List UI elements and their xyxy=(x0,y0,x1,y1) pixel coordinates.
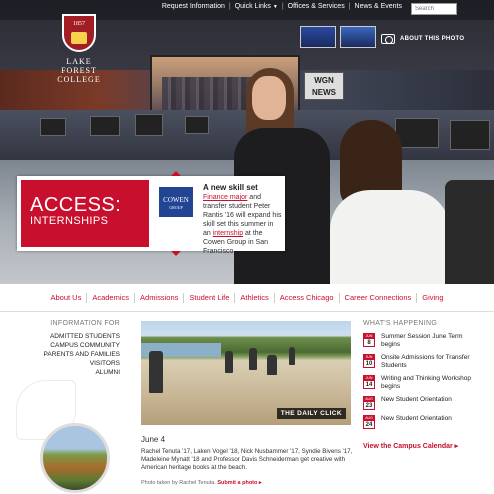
event-title: New Student Orientation xyxy=(381,415,452,422)
photo-credit: Photo taken by Rachel Tenuta. Submit a p… xyxy=(141,480,262,486)
request-information-link[interactable]: Request Information xyxy=(158,3,229,10)
event-day: 8 xyxy=(367,340,371,346)
college-name-line1: LAKE FOREST xyxy=(61,57,97,75)
campus-aerial-photo[interactable] xyxy=(40,423,110,493)
audience-visitors[interactable]: VISITORS xyxy=(20,359,120,368)
offices-services-link[interactable]: Offices & Services xyxy=(284,3,349,10)
about-this-photo-link[interactable]: ABOUT THIS PHOTO xyxy=(400,36,464,42)
access-kicker: ACCESS: xyxy=(30,194,122,216)
event-item[interactable]: JUN 10 Onsite Admissions for Transfer St… xyxy=(363,354,481,370)
event-title: Onsite Admissions for Transfer Students xyxy=(381,354,470,369)
office-chair xyxy=(445,180,494,284)
audience-campus-community[interactable]: CAMPUS COMMUNITY xyxy=(20,341,120,350)
event-item[interactable]: AUG 24 New Student Orientation xyxy=(363,415,481,429)
calendar-icon: AUG 23 xyxy=(363,396,375,410)
event-title: Summer Session June Term begins xyxy=(381,333,463,348)
audience-parents-families[interactable]: PARENTS AND FAMILIES xyxy=(20,350,120,359)
person-figure xyxy=(289,347,295,365)
nav-admissions[interactable]: Admissions xyxy=(135,293,183,302)
calendar-icon: JUN 10 xyxy=(363,354,375,368)
daily-click-date: June 4 xyxy=(141,435,166,444)
person-figure xyxy=(225,351,233,373)
calendar-icon: JUN 8 xyxy=(363,333,375,347)
feature-story: A new skill set Finance major and transf… xyxy=(203,183,283,256)
photo-credit-text: Photo taken by Rachel Tenuta. xyxy=(141,480,216,486)
quick-links-label: Quick Links xyxy=(234,3,271,10)
search-input[interactable] xyxy=(411,3,457,15)
finance-major-link[interactable]: Finance major xyxy=(203,194,247,201)
next-arrow-icon[interactable] xyxy=(171,251,181,256)
campus-calendar-link[interactable]: View the Campus Calendar ▸ xyxy=(363,442,458,450)
cowen-logo-subtext: GROUP xyxy=(169,205,183,210)
feature-panel: ACCESS: INTERNSHIPS COWEN GROUP A new sk… xyxy=(17,171,285,256)
person-figure xyxy=(249,348,257,370)
previous-arrow-icon[interactable] xyxy=(171,171,181,176)
cowen-logo-text: COWEN xyxy=(163,196,189,204)
main-nav: About Us Academics Admissions Student Li… xyxy=(0,284,494,312)
nav-academics[interactable]: Academics xyxy=(87,293,134,302)
daily-click-caption: Rachel Tenuta '17, Laken Vogel '18, Nick… xyxy=(141,448,353,471)
monitor-screens xyxy=(300,26,376,48)
feature-body: Finance major and transfer student Peter… xyxy=(203,193,283,256)
nav-athletics[interactable]: Athletics xyxy=(235,293,273,302)
access-title: INTERNSHIPS xyxy=(30,215,109,227)
camera-icon[interactable] xyxy=(381,34,395,44)
whats-happening-heading: WHAT'S HAPPENING xyxy=(363,320,438,327)
audience-alumni[interactable]: ALUMNI xyxy=(20,368,120,377)
audience-admitted-students[interactable]: ADMITTED STUDENTS xyxy=(20,332,120,341)
event-day: 23 xyxy=(365,403,373,409)
person-figure xyxy=(267,355,277,375)
cowen-group-logo: COWEN GROUP xyxy=(159,187,193,217)
seated-woman xyxy=(330,120,450,284)
person-figure xyxy=(149,351,163,393)
event-title: Writing and Thinking Workshop begins xyxy=(381,375,471,390)
event-item[interactable]: JUN 14 Writing and Thinking Workshop beg… xyxy=(363,375,481,391)
event-day: 24 xyxy=(365,422,373,428)
event-item[interactable]: AUG 23 New Student Orientation xyxy=(363,396,481,410)
submit-photo-link[interactable]: Submit a photo ▸ xyxy=(217,480,261,486)
crest-year: 1857 xyxy=(73,21,85,27)
event-day: 14 xyxy=(365,382,373,388)
college-name-line2: COLLEGE xyxy=(57,75,101,84)
nav-career-connections[interactable]: Career Connections xyxy=(340,293,417,302)
nav-about-us[interactable]: About Us xyxy=(45,293,86,302)
information-for-heading: INFORMATION FOR xyxy=(50,320,120,327)
quick-links-menu[interactable]: Quick Links ▼ xyxy=(231,3,282,10)
college-logo[interactable]: 1857 LAKE FOREST COLLEGE xyxy=(49,10,109,84)
event-title: New Student Orientation xyxy=(381,396,452,403)
daily-click-label: THE DAILY CLICK xyxy=(276,408,346,419)
nav-giving[interactable]: Giving xyxy=(417,293,448,302)
information-for: INFORMATION FOR ADMITTED STUDENTS CAMPUS… xyxy=(20,320,120,377)
tv-screen xyxy=(300,26,336,48)
book-icon xyxy=(71,32,87,44)
nav-access-chicago[interactable]: Access Chicago xyxy=(275,293,339,302)
event-day: 10 xyxy=(365,361,373,367)
whats-happening: WHAT'S HAPPENING JUN 8 Summer Session Ju… xyxy=(363,320,481,450)
event-item[interactable]: JUN 8 Summer Session June Term begins xyxy=(363,333,481,349)
calendar-icon: AUG 24 xyxy=(363,415,375,429)
nav-student-life[interactable]: Student Life xyxy=(184,293,234,302)
daily-click-photo[interactable]: THE DAILY CLICK xyxy=(141,321,351,425)
access-internships-tile[interactable]: ACCESS: INTERNSHIPS xyxy=(21,180,149,247)
calendar-icon: JUN 14 xyxy=(363,375,375,389)
tv-screen xyxy=(340,26,376,48)
internship-link[interactable]: internship xyxy=(213,230,243,237)
crest-shield-icon: 1857 xyxy=(62,14,96,52)
audience-list: ADMITTED STUDENTS CAMPUS COMMUNITY PAREN… xyxy=(20,332,120,377)
chevron-down-icon: ▼ xyxy=(272,4,278,10)
feature-headline: A new skill set xyxy=(203,183,258,192)
college-name: LAKE FOREST COLLEGE xyxy=(49,57,109,84)
utility-nav: Request Information | Quick Links ▼ | Of… xyxy=(158,3,454,10)
